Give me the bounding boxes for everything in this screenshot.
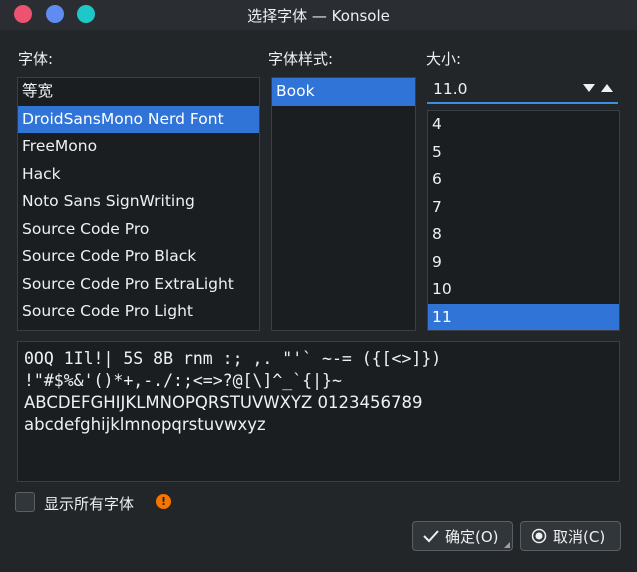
size-spinbox[interactable] <box>427 76 618 104</box>
size-decrease-arrow-icon[interactable] <box>583 84 595 92</box>
font-family-item[interactable]: Hack <box>18 161 259 189</box>
font-size-item[interactable]: 6 <box>428 166 619 194</box>
show-all-fonts-checkbox[interactable] <box>15 492 35 512</box>
preview-line: !"#$%&'()*+,-./:;<=>?@[\]^_`{|}~ <box>24 371 342 390</box>
show-all-fonts-label[interactable]: 显示所有字体 <box>44 493 134 514</box>
font-family-item[interactable]: Source Code Pro <box>18 216 259 244</box>
font-preview: 0OQ 1Il!| 5S 8B rnm :; ,. "'` ~-= ({[<>]… <box>17 341 620 482</box>
preview-line: ABCDEFGHIJKLMNOPQRSTUVWXYZ 0123456789 <box>24 393 423 412</box>
ok-button[interactable]: 确定(O) <box>412 521 513 551</box>
size-input[interactable] <box>427 76 567 102</box>
font-style-item[interactable]: Book <box>272 78 415 106</box>
font-size-item[interactable]: 8 <box>428 221 619 249</box>
preview-line: abcdefghijklmnopqrstuvwxyz <box>24 415 266 434</box>
font-family-item[interactable]: DroidSansMono Nerd Font <box>18 105 259 133</box>
font-family-item[interactable]: FreeMono <box>18 133 259 161</box>
font-size-item[interactable]: 9 <box>428 249 619 277</box>
font-size-item[interactable]: 11 <box>428 303 619 330</box>
cancel-icon <box>531 528 547 544</box>
warning-icon: ! <box>156 494 171 509</box>
window-title: 选择字体 — Konsole <box>247 7 390 25</box>
font-family-label: 字体: <box>18 50 54 68</box>
cancel-button[interactable]: 取消(C) <box>520 521 621 551</box>
font-size-item[interactable]: 10 <box>428 276 619 304</box>
ok-button-label: 确定(O) <box>445 527 499 546</box>
preview-line: 0OQ 1Il!| 5S 8B rnm :; ,. "'` ~-= ({[<>]… <box>24 349 442 368</box>
font-family-item[interactable]: 等宽 <box>18 78 259 106</box>
font-size-item[interactable]: 4 <box>428 111 619 139</box>
size-increase-arrow-icon[interactable] <box>601 84 613 92</box>
cancel-button-label: 取消(C) <box>553 527 606 546</box>
font-family-item[interactable]: Noto Sans SignWriting <box>18 188 259 216</box>
font-style-label: 字体样式: <box>268 50 334 68</box>
title-bar: 选择字体 — Konsole <box>0 0 637 30</box>
font-size-list[interactable]: 4 5 6 7 8 9 10 11 <box>427 110 620 331</box>
font-family-item[interactable]: Source Code Pro Light <box>18 298 259 326</box>
font-size-item[interactable]: 7 <box>428 194 619 222</box>
font-family-list[interactable]: 等宽 DroidSansMono Nerd Font FreeMono Hack Not… <box>17 77 260 331</box>
font-family-item[interactable]: Source Code Pro ExtraLight <box>18 271 259 299</box>
font-family-item[interactable]: Source Code Pro Black <box>18 243 259 271</box>
font-size-label: 大小: <box>426 50 462 68</box>
check-icon <box>423 529 439 543</box>
font-size-item[interactable]: 5 <box>428 139 619 167</box>
font-style-list[interactable]: Book <box>271 77 416 331</box>
resize-corner-icon <box>504 542 510 548</box>
